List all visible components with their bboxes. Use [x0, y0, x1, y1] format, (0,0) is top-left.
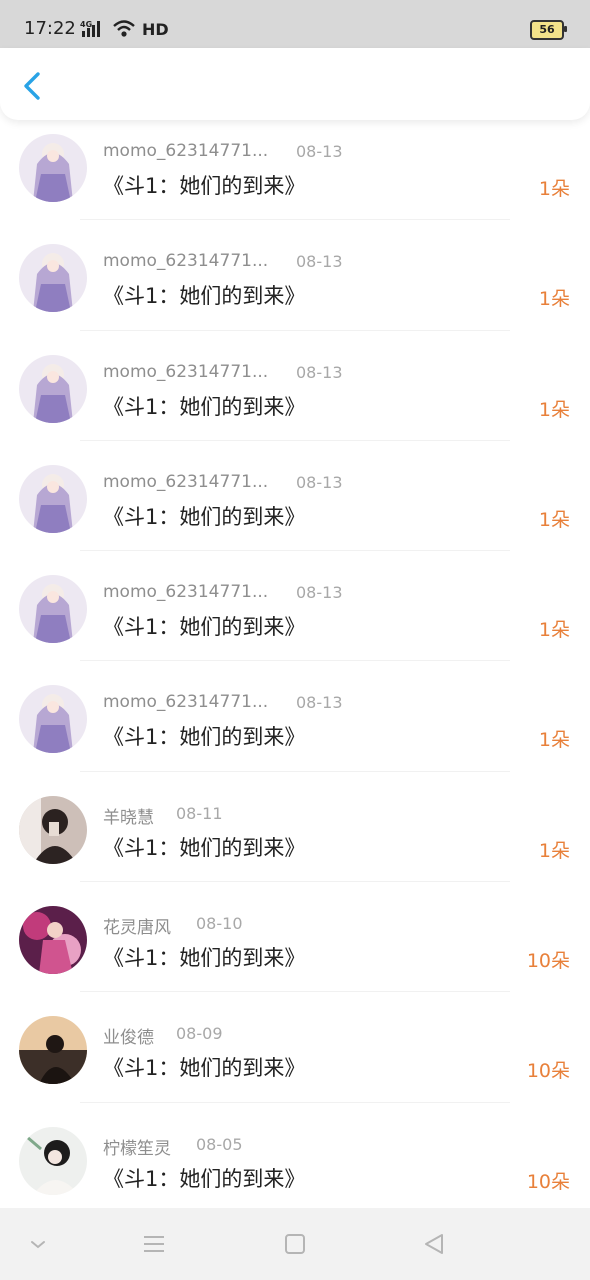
back-triangle-icon[interactable] — [420, 1230, 448, 1258]
flower-count: 10朵 — [526, 1060, 570, 1083]
chevron-down-icon[interactable] — [24, 1230, 52, 1258]
user-name: momo_62314771... — [103, 582, 269, 603]
list-item[interactable]: 业俊德 08-09 《斗1：她们的到来》 10朵 — [0, 992, 590, 1103]
book-title: 《斗1：她们的到来》 — [103, 174, 306, 198]
status-time: 17:22 — [24, 18, 76, 39]
user-name: 柠檬笙灵 — [103, 1138, 171, 1159]
send-date: 08-10 — [196, 914, 243, 934]
avatar[interactable] — [19, 1016, 87, 1085]
avatar[interactable] — [19, 795, 87, 864]
flower-count: 1朵 — [538, 839, 570, 862]
list-item[interactable]: momo_62314771... 08-13 《斗1：她们的到来》 1朵 — [0, 220, 590, 331]
avatar[interactable] — [19, 906, 87, 975]
list-item[interactable]: momo_62314771... 08-13 《斗1：她们的到来》 1朵 — [0, 661, 590, 772]
list-item[interactable]: 羊晓慧 08-11 《斗1：她们的到来》 1朵 — [0, 772, 590, 883]
flower-count: 1朵 — [538, 288, 570, 311]
book-title: 《斗1：她们的到来》 — [103, 1056, 306, 1081]
user-name: 羊晓慧 — [103, 807, 154, 828]
book-title: 《斗1：她们的到来》 — [103, 1166, 306, 1191]
gift-record-list: momo_62314771... 08-13 《斗1：她们的到来》 1朵 mom… — [0, 110, 590, 1208]
list-item[interactable]: momo_62314771... 08-13 《斗1：她们的到来》 1朵 — [0, 551, 590, 662]
book-title: 《斗1：她们的到来》 — [103, 504, 306, 529]
signal-icon: 4G — [80, 20, 100, 37]
send-date: 08-13 — [296, 142, 343, 161]
hd-indicator: HD — [142, 19, 169, 39]
flower-count: 1朵 — [538, 178, 570, 200]
send-date: 08-13 — [296, 362, 343, 382]
book-title: 《斗1：她们的到来》 — [103, 394, 306, 419]
send-date: 08-13 — [296, 472, 343, 492]
home-square-icon[interactable] — [281, 1230, 309, 1258]
send-date: 08-13 — [296, 693, 343, 713]
book-title: 《斗1：她们的到来》 — [103, 946, 306, 971]
book-title: 《斗1：她们的到来》 — [103, 835, 306, 860]
status-icons: 4G HD — [80, 17, 169, 41]
chevron-left-icon — [24, 72, 40, 100]
wifi-icon — [113, 20, 135, 37]
send-date: 08-13 — [296, 583, 343, 603]
top-bar — [0, 48, 590, 120]
send-date: 08-09 — [176, 1024, 223, 1044]
list-item[interactable]: 柠檬笙灵 08-05 《斗1：她们的到来》 10朵 — [0, 1103, 590, 1208]
user-name: 业俊德 — [103, 1028, 154, 1049]
user-name: momo_62314771... — [103, 692, 269, 713]
flower-count: 1朵 — [538, 508, 570, 531]
user-name: momo_62314771... — [103, 361, 269, 382]
avatar[interactable] — [19, 685, 87, 754]
status-bar: 17:22 4G HD 56 — [0, 0, 590, 48]
send-date: 08-13 — [296, 252, 343, 272]
flower-count: 1朵 — [538, 729, 570, 752]
avatar[interactable] — [19, 354, 87, 423]
flower-count: 1朵 — [538, 619, 570, 642]
flower-count: 10朵 — [526, 1170, 570, 1193]
user-name: momo_62314771... — [103, 471, 269, 492]
avatar[interactable] — [19, 464, 87, 533]
avatar[interactable] — [19, 134, 87, 202]
battery-icon: 56 — [530, 20, 567, 40]
book-title: 《斗1：她们的到来》 — [103, 615, 306, 640]
flower-count: 10朵 — [526, 950, 570, 973]
user-name: momo_62314771... — [103, 141, 269, 161]
svg-text:4G: 4G — [80, 20, 92, 29]
list-item[interactable]: momo_62314771... 08-13 《斗1：她们的到来》 1朵 — [0, 110, 590, 221]
battery-level: 56 — [539, 23, 555, 36]
send-date: 08-11 — [176, 803, 223, 823]
back-button[interactable] — [14, 66, 50, 102]
avatar[interactable] — [19, 575, 87, 644]
book-title: 《斗1：她们的到来》 — [103, 284, 306, 309]
list-item[interactable]: 花灵唐风 08-10 《斗1：她们的到来》 10朵 — [0, 882, 590, 993]
avatar[interactable] — [19, 1126, 87, 1195]
avatar[interactable] — [19, 244, 87, 313]
menu-icon[interactable] — [140, 1230, 168, 1258]
flower-count: 1朵 — [538, 398, 570, 421]
user-name: 花灵唐风 — [103, 918, 171, 939]
list-item[interactable]: momo_62314771... 08-13 《斗1：她们的到来》 1朵 — [0, 331, 590, 441]
system-nav-bar — [0, 1208, 590, 1280]
book-title: 《斗1：她们的到来》 — [103, 725, 306, 750]
send-date: 08-05 — [196, 1134, 243, 1154]
list-item[interactable]: momo_62314771... 08-13 《斗1：她们的到来》 1朵 — [0, 441, 590, 552]
user-name: momo_62314771... — [103, 251, 269, 272]
